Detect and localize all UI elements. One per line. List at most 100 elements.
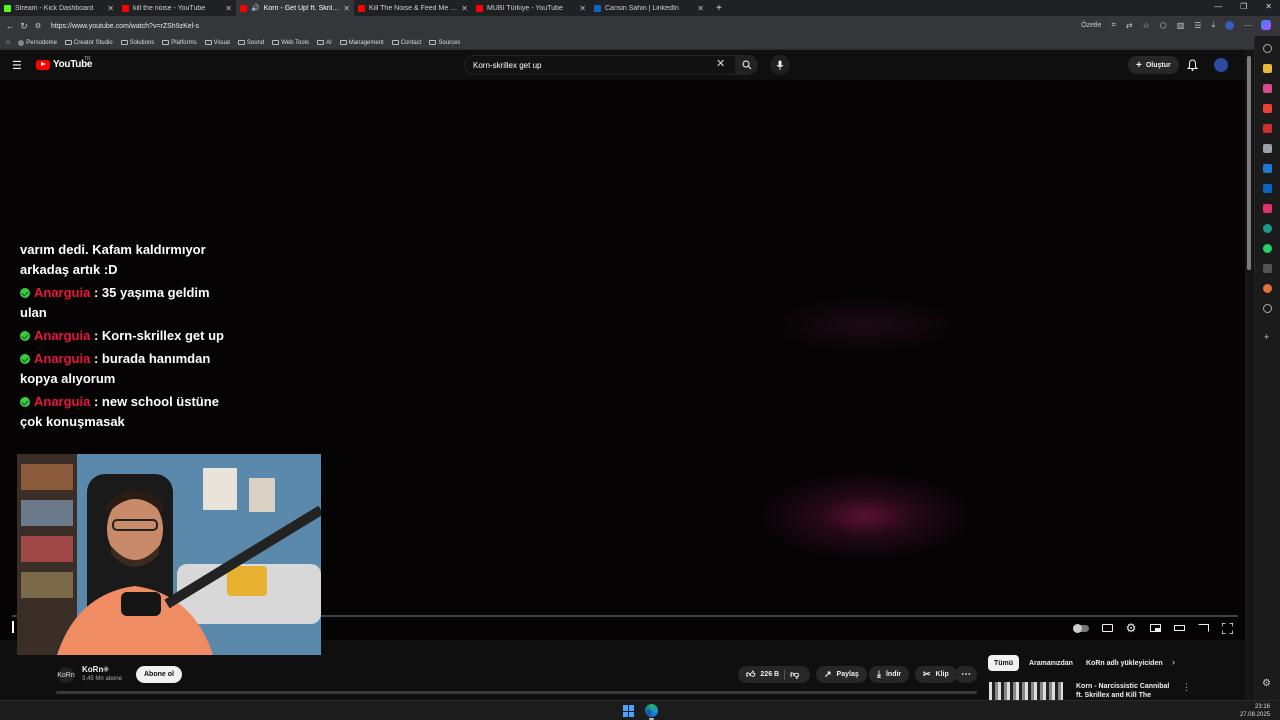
bookmark-folder[interactable]: Contact xyxy=(391,40,421,46)
instagram-icon[interactable] xyxy=(1263,204,1272,213)
cast-button[interactable] xyxy=(1196,622,1210,634)
profile-avatar-icon[interactable] xyxy=(1225,20,1234,30)
channel-name[interactable]: KoRn xyxy=(82,665,103,674)
settings-gear-icon[interactable] xyxy=(1263,304,1272,313)
subscribe-button[interactable]: Abone ol xyxy=(136,666,182,683)
voice-search-button[interactable] xyxy=(770,55,790,75)
menu-hamburger-icon[interactable]: ☰ xyxy=(12,59,22,72)
create-button[interactable]: + Oluştur xyxy=(1128,56,1179,74)
site-info-icon[interactable]: ⚙ xyxy=(31,22,45,30)
url-field[interactable]: https://www.youtube.com/watch?v=rZSh9zKe… xyxy=(51,23,199,30)
autoplay-toggle[interactable] xyxy=(1072,622,1090,634)
screen-icon[interactable] xyxy=(1263,264,1272,273)
bookmark-persodome[interactable]: Persodome xyxy=(18,39,57,46)
bookmark-folder[interactable]: Management xyxy=(339,40,384,46)
add-sidebar-app-icon[interactable]: + xyxy=(1264,332,1269,342)
shopping-icon[interactable] xyxy=(1263,64,1272,73)
close-tab-icon[interactable]: ✕ xyxy=(579,4,586,13)
miniplayer-button[interactable] xyxy=(1148,622,1162,634)
favorites-icon[interactable]: ☰ xyxy=(1194,21,1201,30)
chevron-right-icon[interactable]: › xyxy=(1172,657,1175,667)
channel-avatar[interactable]: KoRn xyxy=(57,667,75,683)
dislike-thumb-down-icon[interactable]: 👎︎ xyxy=(790,669,799,680)
minimize-icon[interactable]: — xyxy=(1214,2,1222,11)
translate-icon[interactable]: ⇄ xyxy=(1126,21,1133,30)
copilot-icon[interactable] xyxy=(1261,20,1271,30)
windows-start-icon[interactable] xyxy=(623,705,635,717)
youtube-logo[interactable]: YouTube TR xyxy=(36,56,93,70)
close-tab-icon[interactable]: ✕ xyxy=(461,4,468,13)
browser-tab[interactable]: Stream - Kick Dashboard ✕ xyxy=(0,0,118,16)
new-tab-plus-icon[interactable]: + xyxy=(716,3,722,14)
search-icon[interactable] xyxy=(1263,44,1272,53)
bookmark-folder[interactable]: Creator Studio xyxy=(64,40,113,46)
subtitles-button[interactable] xyxy=(1100,622,1114,634)
close-window-icon[interactable]: ✕ xyxy=(1265,2,1272,11)
share-button[interactable]: ↗ Paylaş xyxy=(816,666,867,683)
bookmark-folder[interactable]: AI xyxy=(317,40,332,46)
extensions-icon[interactable]: ⬡ xyxy=(1160,21,1167,30)
browser-tab-active[interactable]: 🔊 Korn - Get Up! ft. Skrillex [O ✕ xyxy=(236,0,354,16)
speaker-icon[interactable]: 🔊 xyxy=(251,4,260,12)
clear-search-icon[interactable]: ✕ xyxy=(716,57,725,70)
chat-message: Anarguia : burada hanımdan kopya alıyoru… xyxy=(20,349,230,389)
theater-mode-button[interactable] xyxy=(1172,622,1186,634)
bookmark-folder[interactable]: Sound xyxy=(237,40,264,46)
bookmark-folder[interactable]: Visual xyxy=(204,40,230,46)
read-aloud-icon[interactable]: ⌗ xyxy=(1111,20,1116,30)
like-thumb-up-icon[interactable]: 👍︎ xyxy=(746,669,755,680)
chip-all[interactable]: Tümü xyxy=(988,655,1020,671)
bookmark-folder[interactable]: Web Tools xyxy=(272,40,309,46)
notifications-bell-icon[interactable] xyxy=(1187,59,1198,71)
summarize-button[interactable]: Özetle xyxy=(1081,22,1101,29)
recommended-video-title[interactable]: Korn - Narcissistic Cannibal ft. Skrille… xyxy=(1076,682,1172,700)
tools-icon[interactable] xyxy=(1263,84,1272,93)
split-screen-icon[interactable]: ▥ xyxy=(1177,21,1185,30)
horizontal-scrollbar[interactable] xyxy=(56,691,977,694)
downloads-icon[interactable]: ⤓ xyxy=(1211,20,1215,30)
search-input[interactable]: Korn-skrillex get up xyxy=(464,55,736,75)
download-button[interactable]: ⤓ İndir xyxy=(869,666,910,683)
games-icon[interactable] xyxy=(1263,144,1272,153)
sidebar-settings-icon[interactable]: ⚙ xyxy=(1262,678,1271,689)
restore-icon[interactable]: ❐ xyxy=(1240,2,1247,11)
close-tab-icon[interactable]: ✕ xyxy=(107,4,114,13)
gmail-icon[interactable] xyxy=(1263,104,1272,113)
back-arrow-icon[interactable]: ← xyxy=(3,21,17,31)
apps-icon[interactable]: ⌂ xyxy=(6,39,10,46)
favorite-star-icon[interactable]: ☆ xyxy=(1143,21,1150,30)
whatsapp-icon[interactable] xyxy=(1263,244,1272,253)
more-vertical-icon[interactable]: ⋮ xyxy=(1182,682,1191,693)
account-avatar[interactable] xyxy=(1214,58,1228,72)
settings-button[interactable]: ⚙ xyxy=(1124,621,1138,635)
system-clock[interactable]: 23:16 27.08.2025 xyxy=(1240,703,1270,719)
page-scrollbar[interactable] xyxy=(1245,50,1253,700)
linkedin-icon[interactable] xyxy=(1263,184,1272,193)
close-tab-icon[interactable]: ✕ xyxy=(225,4,232,13)
scrollbar-thumb[interactable] xyxy=(1247,56,1251,270)
outlook-icon[interactable] xyxy=(1263,164,1272,173)
clip-button[interactable]: ✂ Klip xyxy=(915,666,957,683)
search-button[interactable] xyxy=(736,55,758,75)
bookmark-folder[interactable]: Platforms xyxy=(162,40,197,46)
bookmark-folder[interactable]: Sources xyxy=(429,40,460,46)
browser-tab[interactable]: Kill The Noise & Feed Me - I Do C ✕ xyxy=(354,0,472,16)
at-sign-icon[interactable] xyxy=(1263,224,1272,233)
menu-dots-icon[interactable]: ⋯ xyxy=(1244,21,1252,30)
chip-from-uploader[interactable]: KoRn adlı yükleyiciden xyxy=(1080,655,1169,671)
edge-browser-icon[interactable] xyxy=(645,704,658,720)
reload-icon[interactable]: ↻ xyxy=(17,21,31,32)
chip-from-search[interactable]: Aramanızdan xyxy=(1023,655,1079,671)
browser-tab[interactable]: MUBI Türkiye - YouTube ✕ xyxy=(472,0,590,16)
browser-tab[interactable]: kill the noise - YouTube ✕ xyxy=(118,0,236,16)
browser-tab[interactable]: Cansin Sahin | LinkedIn ✕ xyxy=(590,0,708,16)
app-icon[interactable] xyxy=(1263,284,1272,293)
close-tab-icon[interactable]: ✕ xyxy=(697,4,704,13)
fullscreen-button[interactable] xyxy=(1220,622,1234,634)
like-count[interactable]: 226 B xyxy=(760,671,779,678)
close-tab-icon[interactable]: ✕ xyxy=(343,4,350,13)
more-actions-button[interactable]: ⋯ xyxy=(955,666,977,683)
recommended-video-thumbnail[interactable] xyxy=(989,682,1063,700)
bookmark-folder[interactable]: Solutions xyxy=(120,40,154,46)
news-icon[interactable] xyxy=(1263,124,1272,133)
